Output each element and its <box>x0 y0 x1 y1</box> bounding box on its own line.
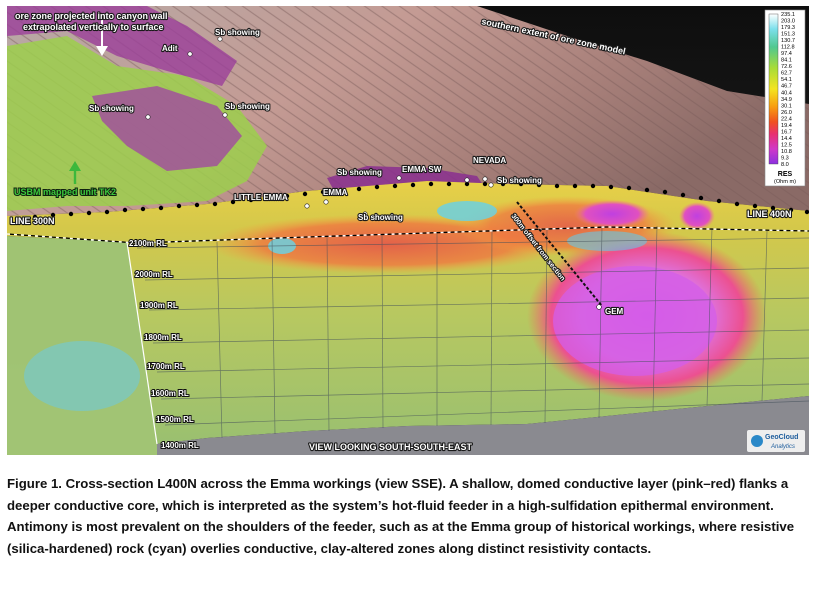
conductive-core-centre <box>553 266 717 376</box>
sb-showing-label-mid: Sb showing <box>225 102 270 111</box>
legend-value: 12.5 <box>781 142 792 148</box>
conductor-blob-1 <box>574 200 650 228</box>
legend-value: 22.4 <box>781 116 792 122</box>
legend-value: 16.7 <box>781 129 792 135</box>
legend-value: 26.0 <box>781 110 792 116</box>
legend-unit: (Ohm m) <box>774 179 796 185</box>
elevation-label-2000: 2000m RL <box>135 270 173 279</box>
resistive-body-2 <box>437 201 497 221</box>
legend-value: 40.4 <box>781 90 792 96</box>
elevation-label-2100: 2100m RL <box>129 239 167 248</box>
elevation-label-1600: 1600m RL <box>151 389 189 398</box>
emma-label: EMMA <box>323 188 348 197</box>
legend-value: 30.1 <box>781 103 792 109</box>
conductor-blob-2 <box>679 202 715 230</box>
geocloud-logo: GeoCloud Analytics <box>747 430 805 452</box>
resistivity-legend: 235.1203.0179.3151.3130.7112.897.484.172… <box>764 9 806 187</box>
gem-label: GEM <box>605 307 624 316</box>
legend-colorbar <box>768 13 779 165</box>
legend-value: 72.6 <box>781 64 792 70</box>
emma-sw-label: EMMA SW <box>402 165 442 174</box>
sb-showing-label-top: Sb showing <box>215 28 260 37</box>
ore-zone-label-line2: extrapolated vertically to surface <box>23 22 164 32</box>
logo-mark-icon <box>751 435 763 447</box>
legend-value: 19.4 <box>781 123 792 129</box>
legend-title: RES <box>778 171 793 178</box>
legend-value: 84.1 <box>781 58 792 64</box>
sb-showing-label-a: Sb showing <box>337 168 382 177</box>
sb-showing-label-left: Sb showing <box>89 104 134 113</box>
legend-value: 54.1 <box>781 77 792 83</box>
elevation-label-1900: 1900m RL <box>140 301 178 310</box>
cross-section-svg: ore zone projected into canyon wall extr… <box>7 6 809 455</box>
logo-text-line1: GeoCloud <box>765 434 798 441</box>
ore-zone-label-line1: ore zone projected into canyon wall <box>15 11 168 21</box>
little-emma-label: LITTLE EMMA <box>234 193 288 202</box>
line-400n-label: LINE 400N <box>747 209 792 219</box>
view-direction-label: VIEW LOOKING SOUTH-SOUTH-EAST <box>309 442 473 452</box>
sb-showing-label-c: Sb showing <box>358 213 403 222</box>
legend-value: 46.7 <box>781 84 792 90</box>
logo-text-line2: Analytics <box>770 444 795 450</box>
legend-value: 9.3 <box>781 156 789 162</box>
elevation-label-1800: 1800m RL <box>144 333 182 342</box>
legend-value: 179.3 <box>781 25 795 31</box>
elevation-label-1400: 1400m RL <box>161 441 199 450</box>
legend-value: 14.4 <box>781 136 792 142</box>
elevation-label-1700: 1700m RL <box>147 362 185 371</box>
line-300n-label: LINE 300N <box>10 216 55 226</box>
nevada-label: NEVADA <box>473 156 506 165</box>
legend-value: 34.9 <box>781 97 792 103</box>
legend-value: 235.1 <box>781 12 795 18</box>
legend-value: 97.4 <box>781 51 792 57</box>
cross-section-figure: ore zone projected into canyon wall extr… <box>7 6 809 455</box>
legend-value: 151.3 <box>781 32 795 38</box>
adit-label: Adit <box>162 44 178 53</box>
usbm-unit-label: USBM mapped unit TK2 <box>14 187 116 197</box>
legend-value: 112.8 <box>781 45 795 51</box>
legend-value: 130.7 <box>781 38 795 44</box>
legend-value: 8.0 <box>781 162 789 168</box>
elevation-label-1500: 1500m RL <box>156 415 194 424</box>
legend-value: 10.8 <box>781 149 792 155</box>
resistive-zone-deep <box>24 341 140 411</box>
legend-value: 62.7 <box>781 71 792 77</box>
legend-value: 203.0 <box>781 19 795 25</box>
sb-showing-label-b: Sb showing <box>497 176 542 185</box>
figure-caption: Figure 1. Cross-section L400N across the… <box>7 476 795 556</box>
